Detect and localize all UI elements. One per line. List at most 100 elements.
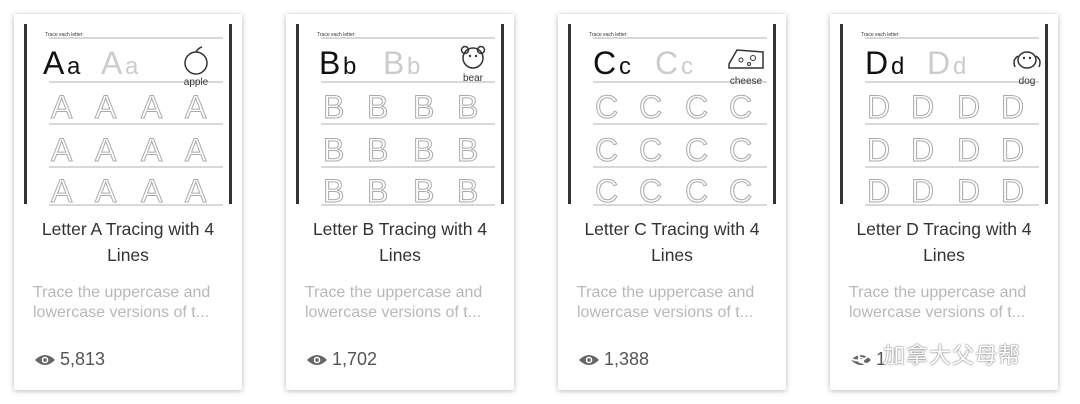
trace-letter: A [101,45,123,81]
worksheet-letter-upper: A [43,45,65,81]
instruction-text: Trace each letter: [317,32,356,38]
apple-icon [184,46,208,75]
trace-letter: a [125,53,139,80]
trace-letter: C [595,132,618,168]
trace-letter: D [911,132,934,168]
worksheet-letter-lower: a [67,53,81,80]
wechat-icon [846,342,878,365]
trace-letter: C [685,132,708,168]
trace-letter: C [729,89,752,125]
view-count: 1,702 [306,349,377,370]
worksheet-letter-upper: B [319,45,340,81]
trace-letter: A [185,132,207,168]
trace-letter: B [457,173,478,208]
worksheet-letter-lower: c [619,53,631,80]
trace-letter: D [911,89,934,125]
trace-letter: A [185,89,207,125]
trace-letter: C [595,173,618,208]
trace-letter: d [953,53,966,80]
trace-letter: B [323,173,344,208]
bear-icon [460,45,486,69]
eye-icon [307,354,327,365]
worksheet-thumbnail[interactable]: Trace each letter: C c C c cheese CCCC C… [567,22,777,208]
worksheet-card[interactable]: Trace each letter: A a A a apple AAAA AA… [14,14,242,390]
watermark: 加拿大父母帮 [845,338,1021,370]
cheese-icon [728,49,764,69]
trace-letter: A [141,132,163,168]
trace-letter: C [639,89,662,125]
view-count-value: 1,388 [604,349,650,369]
card-description: Trace the uppercase and lowercase versio… [849,284,1027,321]
picture-word: apple [184,77,209,88]
trace-letter: C [655,45,678,81]
worksheet-thumbnail[interactable]: Trace each letter: B b B b bear BBBB BBB… [295,22,505,208]
trace-letter: B [367,173,388,208]
trace-letter: A [51,89,73,125]
card-title[interactable]: Letter D Tracing with 4 Lines [840,216,1048,268]
instruction-text: Trace each letter: [861,32,900,38]
picture-word: dog [1019,76,1036,87]
trace-letter: D [927,45,950,81]
trace-letter: A [51,132,73,168]
picture-word: cheese [730,76,763,87]
trace-letter: D [867,173,890,208]
trace-letter: D [911,173,934,208]
trace-letter: A [185,173,207,208]
worksheet-thumbnail[interactable]: Trace each letter: A a A a apple AAAA AA… [23,22,233,208]
instruction-text: Trace each letter: [45,32,84,38]
instruction-text: Trace each letter: [589,32,628,38]
trace-letter: D [957,173,980,208]
worksheet-card[interactable]: Trace each letter: D d D d dog DDDD DDDD… [830,14,1058,390]
card-title[interactable]: Letter A Tracing with 4 Lines [24,216,232,268]
card-description: Trace the uppercase and lowercase versio… [305,284,483,321]
trace-letter: B [413,132,434,168]
trace-letter: D [1001,89,1024,125]
trace-letter: A [141,89,163,125]
trace-letter: B [413,89,434,125]
trace-letter: B [367,132,388,168]
eye-icon [35,354,55,365]
trace-letter: b [407,53,420,80]
trace-letter: A [141,173,163,208]
trace-letter: A [51,173,73,208]
view-count-value: 1,702 [332,349,378,369]
view-count-value: 5,813 [60,349,106,369]
trace-letter: A [95,173,117,208]
card-title[interactable]: Letter C Tracing with 4 Lines [568,216,776,268]
worksheet-card[interactable]: Trace each letter: C c C c cheese CCCC C… [558,14,786,390]
trace-letter: c [681,53,693,80]
trace-letter: C [729,132,752,168]
trace-letter: A [95,132,117,168]
worksheet-card[interactable]: Trace each letter: B b B b bear BBBB BBB… [286,14,514,390]
trace-letter: C [639,132,662,168]
trace-letter: B [457,89,478,125]
trace-letter: B [413,173,434,208]
trace-letter: B [367,89,388,125]
trace-letter: C [595,89,618,125]
trace-letter: C [729,173,752,208]
trace-letter: D [957,132,980,168]
card-title[interactable]: Letter B Tracing with 4 Lines [296,216,504,268]
trace-letter: C [639,173,662,208]
trace-letter: B [457,132,478,168]
dog-icon [1013,51,1041,69]
worksheet-letter-upper: C [593,45,616,81]
trace-letter: D [957,89,980,125]
trace-letter: D [1001,132,1024,168]
trace-letter: B [383,45,404,81]
trace-letter: C [685,173,708,208]
trace-letter: D [867,89,890,125]
card-description: Trace the uppercase and lowercase versio… [33,284,211,321]
view-count: 1,388 [578,349,649,370]
worksheet-thumbnail[interactable]: Trace each letter: D d D d dog DDDD DDDD… [839,22,1049,208]
trace-letter: B [323,89,344,125]
worksheet-letter-upper: D [865,45,888,81]
trace-letter: D [867,132,890,168]
picture-word: bear [463,73,484,84]
trace-letter: A [95,89,117,125]
worksheet-letter-lower: b [343,53,356,80]
card-description: Trace the uppercase and lowercase versio… [577,284,755,321]
view-count: 5,813 [34,349,105,370]
trace-letter: B [323,132,344,168]
worksheet-letter-lower: d [891,53,904,80]
